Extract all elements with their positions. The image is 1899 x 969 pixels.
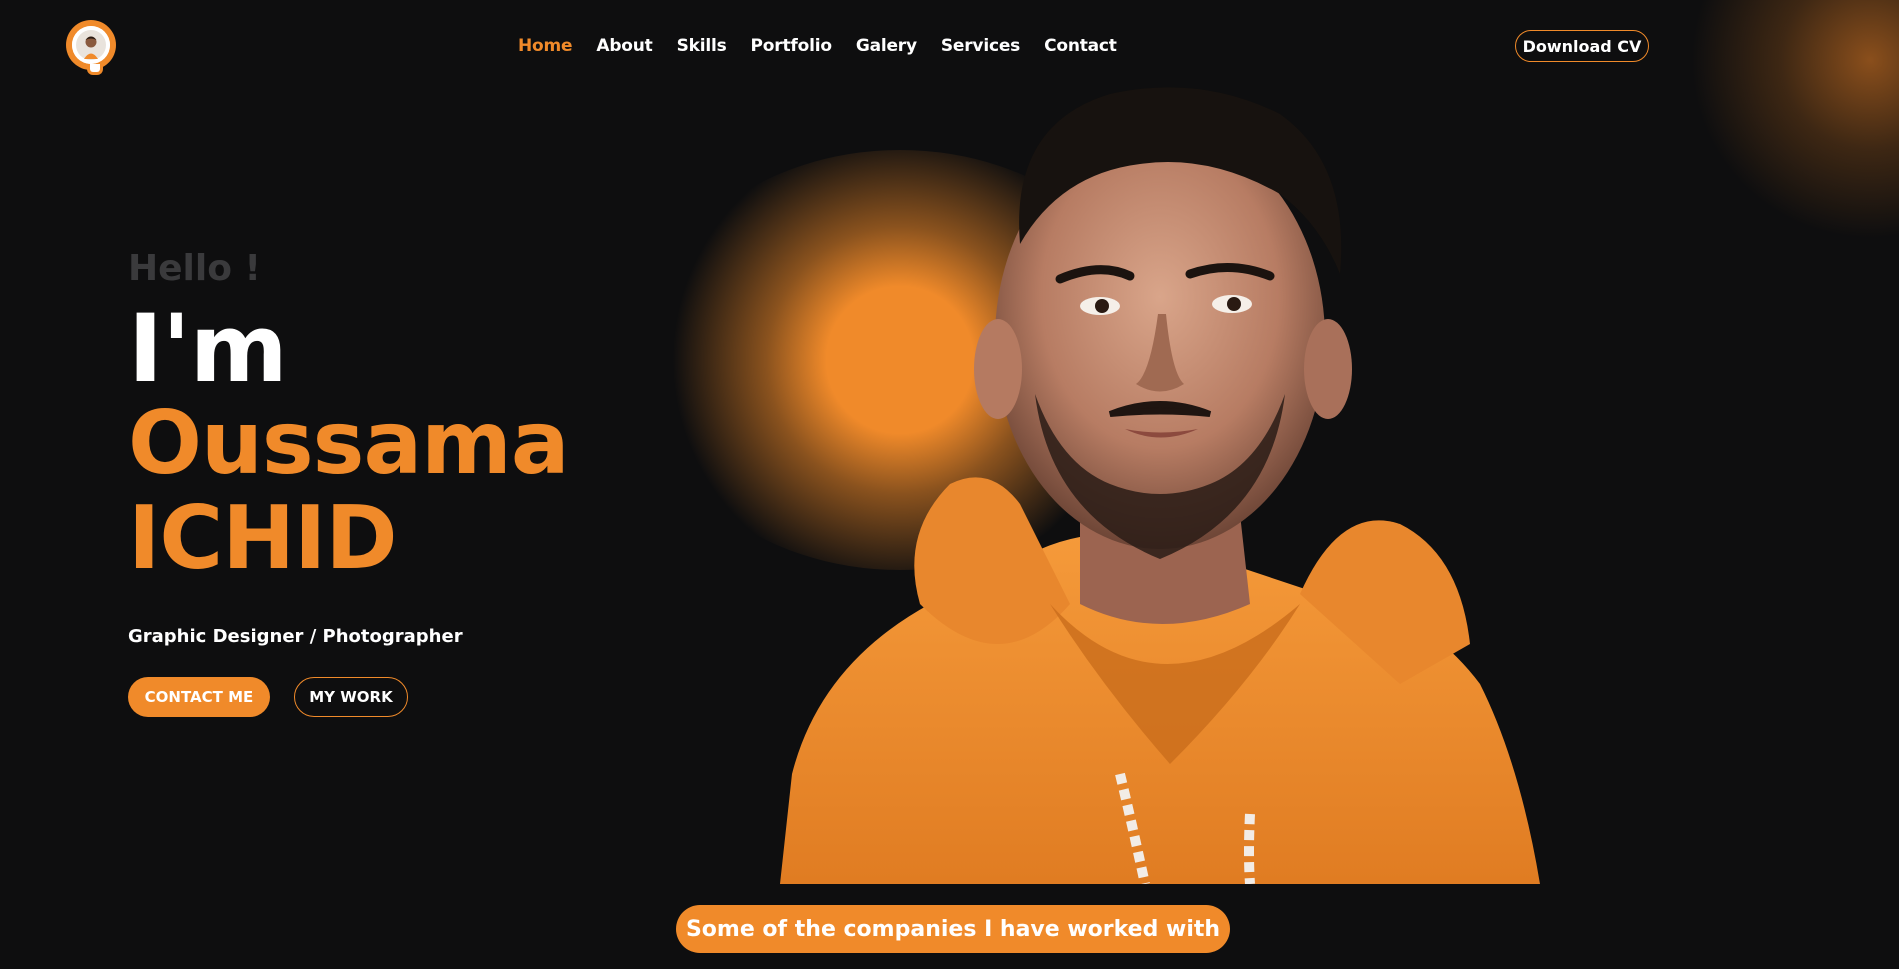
nav-about[interactable]: About — [596, 36, 652, 56]
avatar-person-icon — [72, 26, 110, 64]
hero-first-name: Oussama — [128, 392, 570, 494]
corner-glow — [1690, 0, 1899, 240]
contact-me-button[interactable]: CONTACT ME — [128, 677, 270, 717]
nav-portfolio[interactable]: Portfolio — [751, 36, 832, 56]
hero-role: Graphic Designer / Photographer — [128, 626, 463, 647]
main-nav: Home About Skills Portfolio Galery Servi… — [518, 34, 1117, 58]
portrait-photo — [780, 87, 1540, 884]
logo-pin-tail — [87, 64, 103, 75]
hero-last-name: ICHID — [128, 487, 398, 589]
nav-services[interactable]: Services — [941, 36, 1020, 56]
nav-home[interactable]: Home — [518, 36, 573, 56]
my-work-button[interactable]: MY WORK — [294, 677, 408, 717]
avatar-logo-icon — [72, 26, 110, 64]
logo-avatar[interactable] — [66, 20, 116, 70]
download-cv-button[interactable]: Download CV — [1515, 30, 1649, 62]
page: Home About Skills Portfolio Galery Servi… — [0, 0, 1899, 969]
nav-contact[interactable]: Contact — [1044, 36, 1117, 56]
nav-galery[interactable]: Galery — [856, 36, 917, 56]
nav-skills[interactable]: Skills — [677, 36, 727, 56]
companies-heading: Some of the companies I have worked with — [676, 905, 1230, 953]
hero-greeting: Hello ! — [128, 248, 261, 289]
hero-intro: I'm — [128, 295, 288, 404]
